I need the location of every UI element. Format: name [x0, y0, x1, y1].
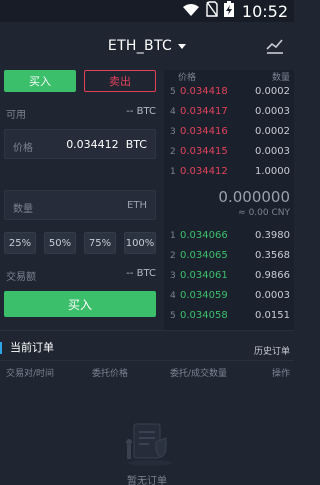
- divider: [0, 330, 294, 331]
- quantity-placeholder: 数量: [13, 204, 33, 215]
- amount-value: -- BTC: [126, 268, 156, 279]
- amount-label: 交易额: [6, 272, 36, 283]
- last-price: 0.000000: [218, 188, 290, 206]
- pair-selector[interactable]: ETH_BTC: [0, 38, 294, 54]
- history-orders-link[interactable]: 历史订单: [254, 344, 290, 357]
- buy-tab[interactable]: 买入: [4, 70, 76, 92]
- empty-orders-icon: [118, 416, 182, 468]
- price-input[interactable]: 价格 0.034412 BTC: [4, 129, 156, 159]
- buy-button[interactable]: 买入: [4, 291, 156, 317]
- ask-row[interactable]: 4 0.034417 0.0003: [164, 104, 294, 122]
- orders-column-headers: 交易对/时间 委托价格 委托/成交数量 操作: [0, 366, 294, 380]
- price-column-header: 价格: [178, 73, 197, 83]
- empty-orders-text: 暂无订单: [127, 476, 167, 485]
- column-action: 操作: [271, 369, 290, 379]
- quantity-column-header: 数量: [271, 73, 290, 83]
- current-orders-title: 当前订单: [0, 342, 54, 354]
- current-orders-section: 当前订单 历史订单 交易对/时间 委托价格 委托/成交数量 操作 暂无订单: [0, 336, 294, 485]
- ask-row[interactable]: 2 0.034415 0.0003: [164, 144, 294, 162]
- quantity-input[interactable]: 数量 ETH: [4, 190, 156, 220]
- percent-75-button[interactable]: 75%: [84, 232, 116, 254]
- chevron-down-icon: [178, 43, 187, 49]
- status-icons: 10:52: [182, 0, 288, 22]
- percent-50-button[interactable]: 50%: [44, 232, 76, 254]
- column-pair-time: 交易对/时间: [6, 369, 55, 379]
- bid-row[interactable]: 4 0.034059 0.0003: [164, 288, 294, 306]
- column-order-quantity: 委托/成交数量: [170, 369, 228, 379]
- bid-row[interactable]: 5 0.034058 0.0151: [164, 308, 294, 326]
- wifi-icon: [182, 2, 200, 21]
- order-book: 价格 数量 5 0.034418 0.0002 4 0.034417 0.000…: [164, 70, 294, 330]
- clock: 10:52: [241, 1, 288, 21]
- price-label: 价格: [13, 143, 33, 154]
- app-header: ETH_BTC: [0, 22, 294, 70]
- column-order-price: 委托价格: [92, 369, 129, 379]
- percent-100-button[interactable]: 100%: [124, 232, 156, 254]
- sell-tab[interactable]: 卖出: [84, 70, 156, 92]
- battery-charging-icon: [223, 1, 234, 21]
- pair-label: ETH_BTC: [107, 38, 173, 54]
- ask-row[interactable]: 1 0.034412 1.0000: [164, 164, 294, 182]
- status-bar: 10:52: [0, 0, 294, 22]
- divider: [0, 360, 294, 361]
- quantity-unit: ETH: [127, 200, 147, 211]
- available-value: -- BTC: [126, 106, 156, 117]
- no-sim-icon: [206, 1, 218, 21]
- order-book-header: 价格 数量: [164, 70, 294, 84]
- chart-icon[interactable]: [266, 38, 284, 54]
- ask-row[interactable]: 5 0.034418 0.0002: [164, 84, 294, 102]
- ask-row[interactable]: 3 0.034416 0.0002: [164, 124, 294, 142]
- trade-panel: 买入 卖出 可用 -- BTC 价格 0.034412 BTC 数量 ETH 2…: [0, 70, 164, 330]
- bid-row[interactable]: 1 0.034066 0.3980: [164, 228, 294, 246]
- last-price-cny: ≈ 0.00 CNY: [238, 208, 290, 218]
- bid-row[interactable]: 3 0.034061 0.9866: [164, 268, 294, 286]
- percent-25-button[interactable]: 25%: [4, 232, 36, 254]
- available-label: 可用: [6, 110, 26, 121]
- price-value: 0.034412 BTC: [66, 138, 147, 151]
- bid-row[interactable]: 2 0.034065 0.3568: [164, 248, 294, 266]
